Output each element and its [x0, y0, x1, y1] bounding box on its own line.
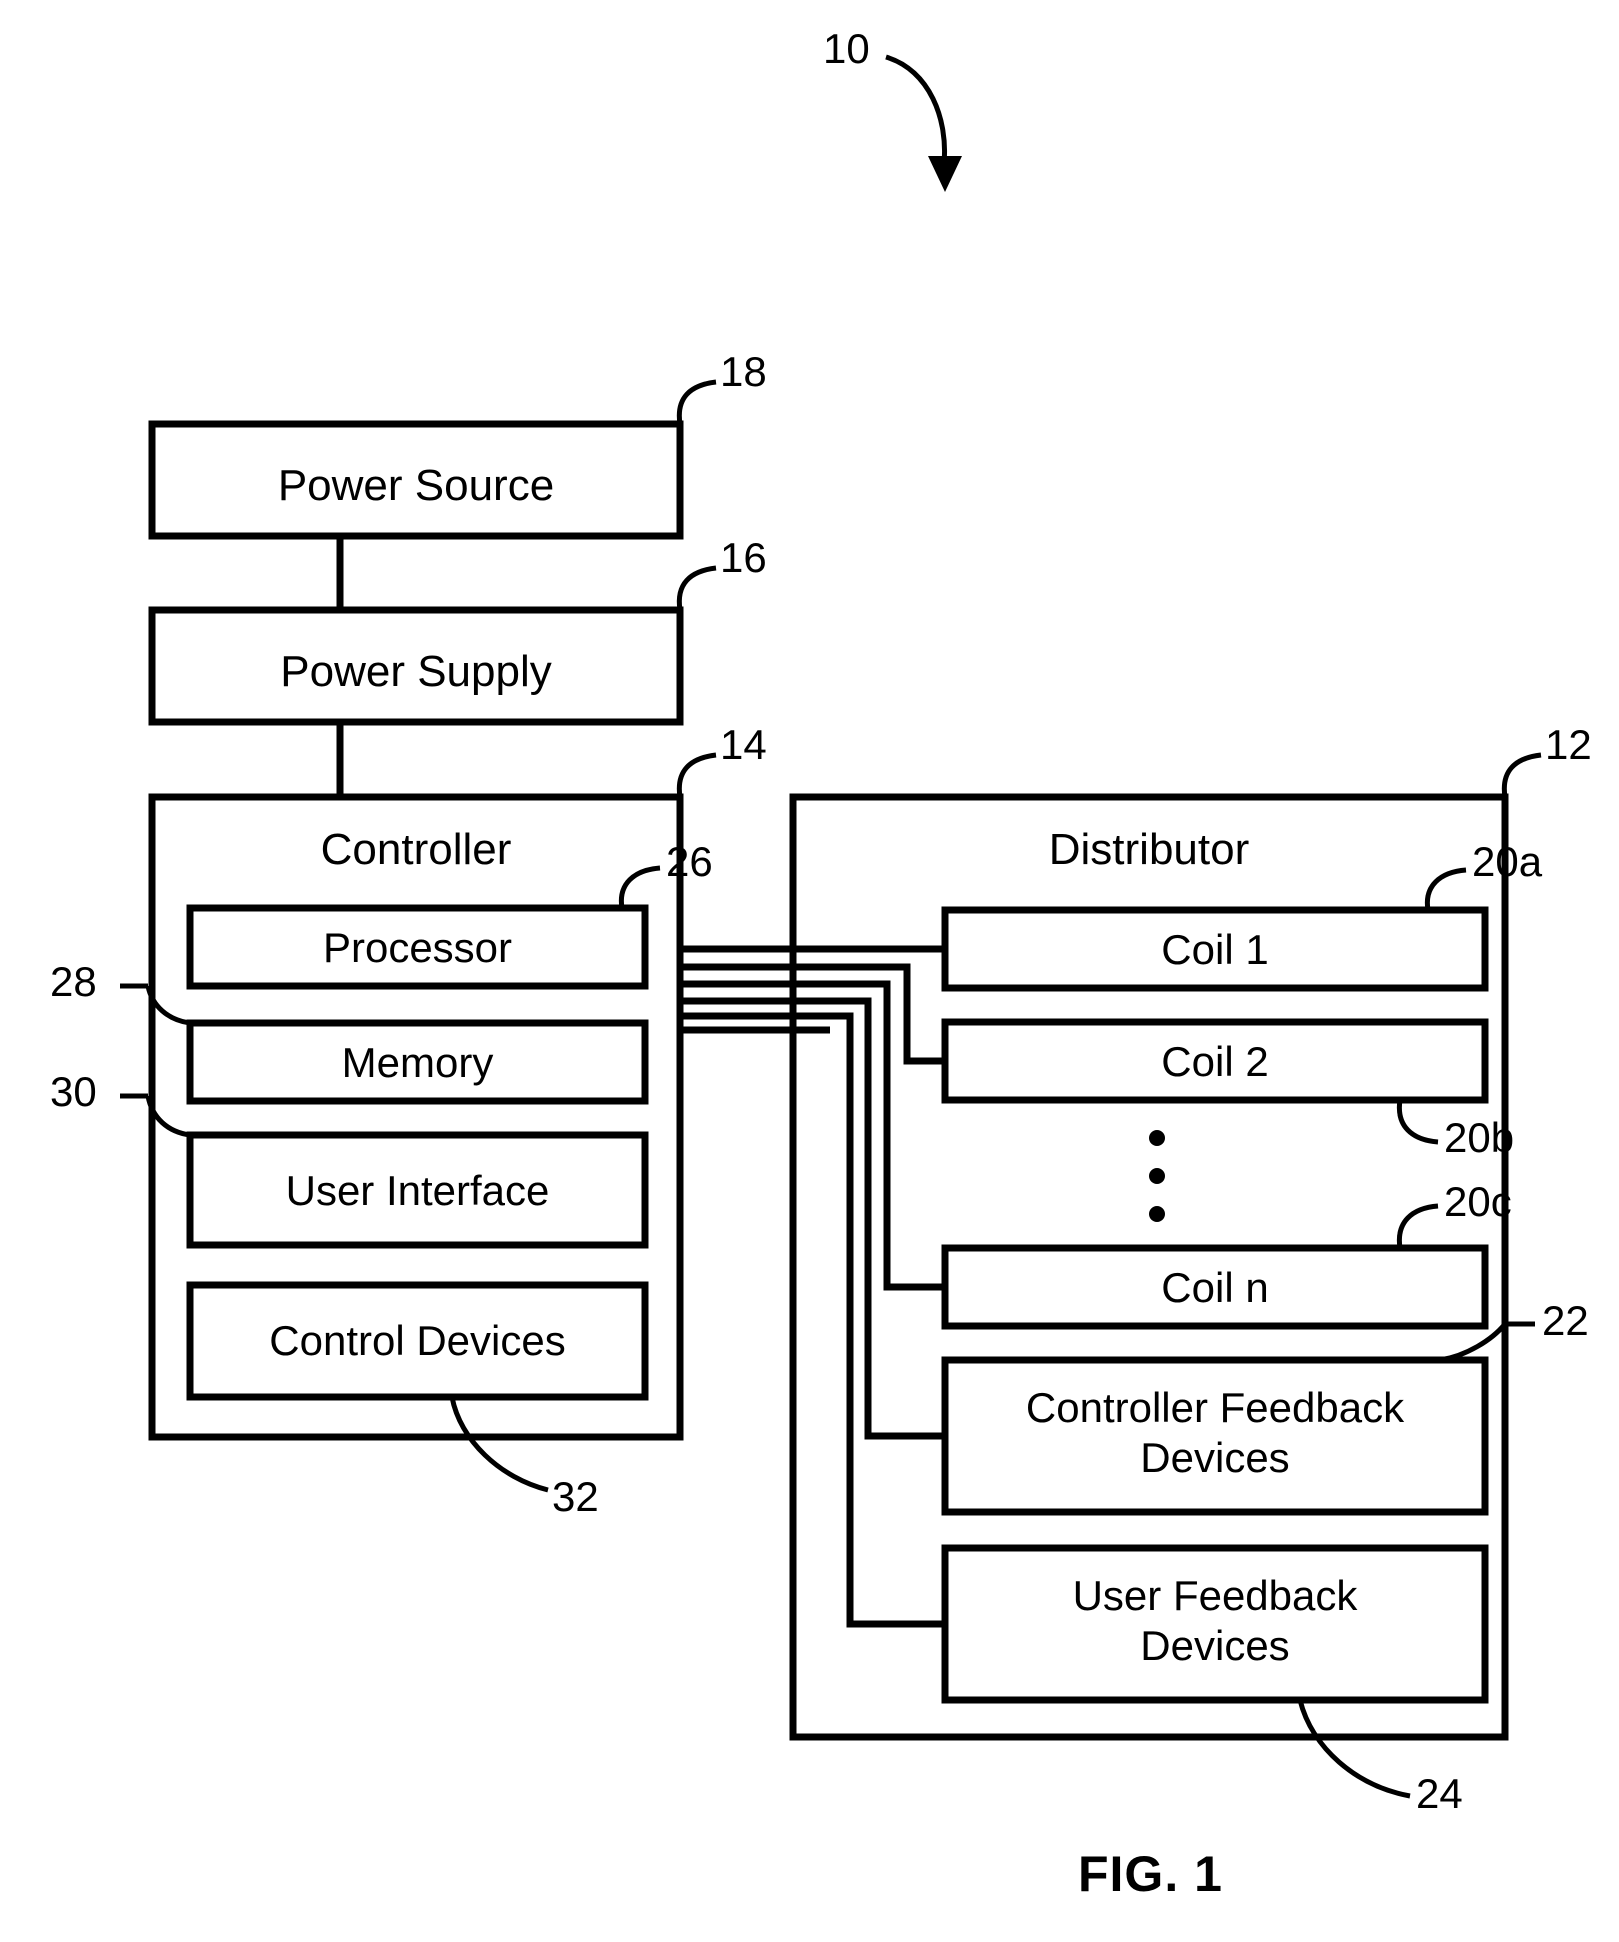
power-supply-label: Power Supply	[280, 647, 552, 696]
power-source-label: Power Source	[277, 461, 555, 510]
ref-leader-20b	[1396, 1099, 1439, 1145]
memory-label: Memory	[341, 1039, 494, 1086]
controller-label: Controller	[320, 825, 512, 874]
ref-number-30: 30	[50, 1068, 97, 1115]
distributor-label: Distributor	[1048, 825, 1250, 874]
ellipsis-dot-2	[1149, 1168, 1165, 1184]
ref-number-16: 16	[720, 534, 767, 581]
ref-leader-20a	[1424, 867, 1467, 911]
ref-number-20c: 20c	[1444, 1178, 1512, 1225]
user-interface-label: User Interface	[285, 1167, 550, 1214]
ref-number-12: 12	[1545, 721, 1592, 768]
ref-number-32: 32	[552, 1473, 599, 1520]
coil-1-label: Coil 1	[1161, 926, 1269, 973]
ref-leader-24	[1297, 1699, 1411, 1799]
ref-number-24: 24	[1416, 1770, 1463, 1817]
coil-n-label: Coil n	[1161, 1264, 1269, 1311]
patent-figure-page: 10 Power Source 18 Power Supply 16 Contr…	[0, 0, 1619, 1942]
ref-number-10: 10	[823, 25, 870, 72]
ref-number-22: 22	[1542, 1297, 1589, 1344]
user-feedback-devices-label: User Feedback Devices	[1072, 1572, 1358, 1669]
wire-controller-userfeedback	[680, 1012, 945, 1628]
processor-label: Processor	[322, 924, 513, 971]
ref-number-20a: 20a	[1472, 838, 1543, 885]
ref-number-18: 18	[720, 348, 767, 395]
ref-leader-32	[449, 1396, 549, 1493]
ref-leader-18	[676, 379, 717, 425]
control-devices-label: Control Devices	[269, 1317, 566, 1364]
ref-number-14: 14	[720, 721, 767, 768]
wire-controller-controllerfeedback	[680, 997, 945, 1440]
ref-leader-14	[676, 752, 717, 798]
ref-leader-20c	[1396, 1203, 1439, 1249]
ref-number-20b: 20b	[1444, 1114, 1515, 1161]
ellipsis-dot-1	[1149, 1130, 1165, 1146]
system-ref-leader	[885, 54, 948, 164]
coil-2-label: Coil 2	[1161, 1038, 1269, 1085]
ref-leader-12	[1501, 752, 1542, 798]
ref-leader-16	[676, 565, 717, 611]
controller-feedback-devices-label: Controller Feedback Devices	[1025, 1384, 1405, 1481]
figure-caption: FIG. 1	[1078, 1846, 1223, 1902]
ref-number-28: 28	[50, 958, 97, 1005]
ellipsis-dot-3	[1149, 1206, 1165, 1222]
system-ref-arrowhead	[928, 156, 962, 192]
ref-number-26: 26	[666, 838, 713, 885]
